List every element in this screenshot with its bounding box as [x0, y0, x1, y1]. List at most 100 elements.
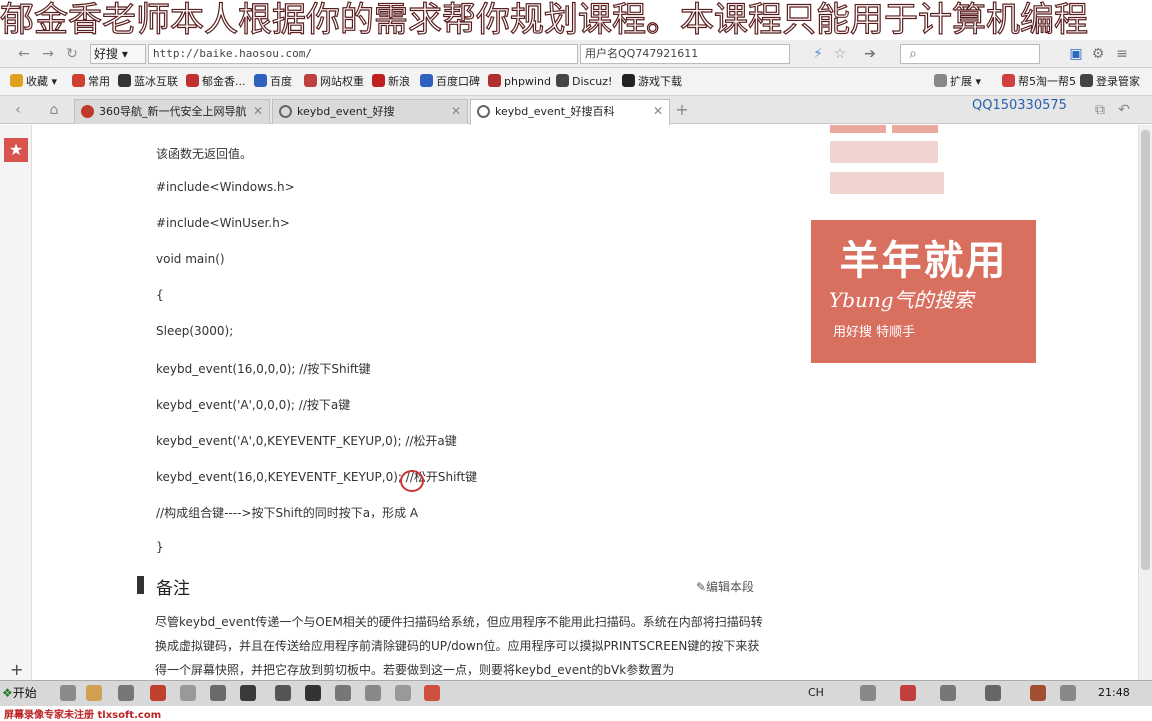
content-line: 该函数无返回值。: [156, 147, 253, 161]
bookmark-item[interactable]: 蓝冰互联: [118, 73, 178, 91]
bookmark-item[interactable]: 网站权重: [304, 73, 364, 91]
volume-icon[interactable]: [985, 685, 1001, 701]
close-icon[interactable]: ✕: [253, 100, 263, 123]
puzzle-icon[interactable]: ▣: [1066, 44, 1086, 64]
bookmark-label: 登录管家: [1096, 75, 1140, 88]
chevron-left-icon[interactable]: ‹: [8, 100, 28, 120]
section-marker: [137, 576, 144, 594]
taskbar-app-icon[interactable]: [335, 685, 351, 701]
taskbar-app-icon[interactable]: [395, 685, 411, 701]
new-tab-icon[interactable]: +: [672, 100, 692, 120]
mouse-cursor: [400, 470, 424, 492]
bookmark-icon: [420, 74, 433, 87]
browser-icon[interactable]: [424, 685, 440, 701]
code-line: keybd_event(16,0,0,0); //按下Shift键: [156, 362, 371, 376]
code-line: #include<WinUser.h>: [156, 216, 290, 230]
favorite-star-icon[interactable]: ★: [4, 138, 28, 162]
taskbar-app-icon[interactable]: [240, 685, 256, 701]
restore-icon[interactable]: ⧉: [1090, 100, 1110, 120]
side-button[interactable]: [830, 172, 944, 194]
close-icon[interactable]: ✕: [451, 100, 461, 123]
refresh-icon[interactable]: ↻: [62, 44, 82, 64]
code-line: }: [156, 540, 164, 554]
lightning-icon[interactable]: ⚡: [808, 44, 828, 64]
bookmark-icon: [254, 74, 267, 87]
taskbar-app-icon[interactable]: [150, 685, 166, 701]
scrollbar-thumb[interactable]: [1141, 130, 1150, 570]
bookmark-item[interactable]: 收藏 ▾: [10, 73, 57, 91]
bookmark-label: 百度: [270, 75, 292, 88]
bookmark-item[interactable]: phpwind: [488, 73, 551, 91]
tray-icon[interactable]: [940, 685, 956, 701]
settings-icon[interactable]: ⚙: [1088, 44, 1108, 64]
taskbar-app-icon[interactable]: [365, 685, 381, 701]
bookmark-icon: [1002, 74, 1015, 87]
bookmark-label: 帮5淘一帮5: [1018, 75, 1076, 88]
bookmark-label: 网站权重: [320, 75, 364, 88]
search-icon: [279, 105, 292, 118]
bookmark-item[interactable]: 新浪: [372, 73, 410, 91]
bookmark-item[interactable]: 登录管家: [1080, 73, 1140, 91]
bookmark-item[interactable]: 游戏下载: [622, 73, 682, 91]
search-engine-select[interactable]: 好搜 ▾: [90, 44, 146, 64]
code-line: keybd_event('A',0,KEYEVENTF_KEYUP,0); //…: [156, 434, 457, 448]
bookmark-item[interactable]: 扩展 ▾: [934, 73, 981, 91]
menu-icon[interactable]: ≡: [1112, 44, 1132, 64]
bookmark-label: 游戏下载: [638, 75, 682, 88]
bookmark-icon: [622, 74, 635, 87]
edit-section-link[interactable]: ✎编辑本段: [696, 578, 754, 595]
ad-headline: 羊年就用: [839, 237, 1008, 284]
taskbar-app-icon[interactable]: [305, 685, 321, 701]
taskbar-app-icon[interactable]: [180, 685, 196, 701]
bookmark-icon: [1080, 74, 1093, 87]
tray-icon[interactable]: [860, 685, 876, 701]
undo-icon[interactable]: ↶: [1114, 100, 1134, 120]
bookmarks-bar: 收藏 ▾ 常用 蓝冰互联 郁金香... 百度 网站权重 新浪 百度口碑 phpw…: [0, 68, 1152, 96]
taskbar-app-icon[interactable]: [275, 685, 291, 701]
back-icon[interactable]: ←: [14, 44, 34, 64]
taskbar: [0, 680, 1152, 706]
side-button[interactable]: [830, 141, 938, 163]
bookmark-label: 蓝冰互联: [134, 75, 178, 88]
search-icon: [477, 105, 490, 118]
bookmark-item[interactable]: 郁金香...: [186, 73, 246, 91]
start-button[interactable]: ❖开始: [2, 683, 46, 703]
star-icon[interactable]: ☆: [830, 44, 850, 64]
watermark-strip: [0, 706, 1152, 720]
ime-indicator[interactable]: CH: [808, 686, 824, 699]
close-icon[interactable]: ✕: [653, 100, 663, 123]
clock[interactable]: 21:48: [1098, 686, 1130, 699]
bookmark-item[interactable]: 百度: [254, 73, 292, 91]
tab[interactable]: keybd_event_好搜 ✕: [272, 99, 468, 124]
ad-banner[interactable]: 羊年就用 Ybung气的搜索 用好搜 特顺手: [811, 220, 1036, 363]
taskbar-app-icon[interactable]: [210, 685, 226, 701]
arrow-right-icon[interactable]: ➔: [860, 44, 880, 64]
tab-favicon: [81, 105, 94, 118]
bookmark-item[interactable]: 常用: [72, 73, 110, 91]
tray-icon[interactable]: [1030, 685, 1046, 701]
tab[interactable]: 360导航_新一代安全上网导航 ✕: [74, 99, 270, 124]
bookmark-item[interactable]: 帮5淘一帮5: [1002, 73, 1076, 91]
forward-icon[interactable]: →: [38, 44, 58, 64]
tray-icon[interactable]: [1060, 685, 1076, 701]
extension-icon: [934, 74, 947, 87]
bookmark-item[interactable]: Discuz!: [556, 73, 612, 91]
bookmark-item[interactable]: 百度口碑: [420, 73, 480, 91]
url-input[interactable]: http://baike.haosou.com/: [148, 44, 578, 64]
folder-icon[interactable]: [86, 685, 102, 701]
add-icon[interactable]: +: [10, 660, 23, 679]
left-sidebar: [0, 125, 32, 680]
code-line: //构成组合键---->按下Shift的同时按下a，形成 A: [156, 506, 419, 520]
bookmark-label: phpwind: [504, 75, 551, 88]
code-line: {: [156, 288, 164, 302]
taskbar-app-icon[interactable]: [118, 685, 134, 701]
home-icon[interactable]: ⌂: [44, 100, 64, 120]
tray-icon[interactable]: [900, 685, 916, 701]
start-label: 开始: [12, 686, 37, 700]
course-banner: 郁金香老师本人根据你的需求帮你规划课程。本课程只能用于计算机编程: [0, 0, 1089, 41]
tab-active[interactable]: keybd_event_好搜百科 ✕: [470, 99, 670, 125]
side-button[interactable]: [830, 125, 886, 133]
bookmark-label: 收藏: [26, 75, 48, 88]
side-button[interactable]: [892, 125, 938, 133]
taskbar-app-icon[interactable]: [60, 685, 76, 701]
